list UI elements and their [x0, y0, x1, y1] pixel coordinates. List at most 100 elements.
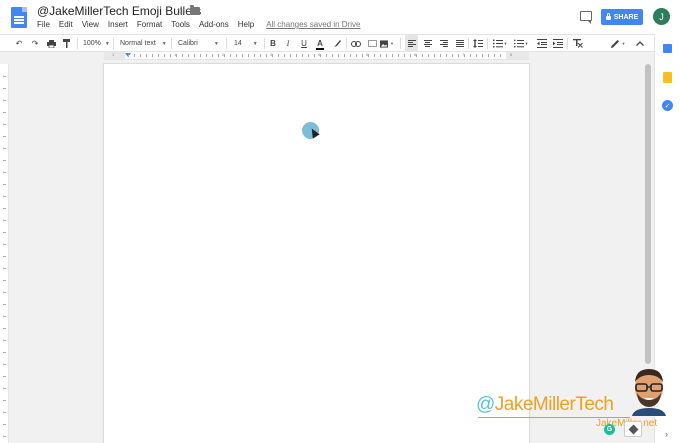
decrease-indent-icon[interactable]	[536, 35, 548, 52]
ruler-tick	[488, 54, 489, 57]
font-value: Calibri	[178, 40, 198, 47]
toolbar: ↶ ↷ 100% ▼ Normal text ▼ Calibri ▼ 14 ▼ B I …	[0, 34, 654, 52]
ruler-tick	[434, 54, 435, 57]
zoom-select[interactable]: 100% ▼	[83, 35, 110, 52]
explore-button[interactable]	[624, 421, 642, 437]
paint-format-icon[interactable]	[60, 35, 74, 52]
ruler-tick	[146, 54, 147, 57]
calendar-icon[interactable]	[663, 44, 672, 53]
document-canvas: 1 1 2 3 4 5 6 7 8	[0, 52, 654, 443]
ruler-tick	[362, 54, 363, 57]
ruler-tick	[284, 54, 285, 57]
ruler-tick	[458, 54, 459, 57]
ruler-tick	[3, 208, 6, 209]
font-size-select[interactable]: 14 ▼	[234, 35, 258, 52]
ruler-number: 1	[112, 52, 115, 57]
share-label: SHARE	[613, 13, 639, 21]
expand-panel-icon[interactable]: ›	[665, 429, 668, 439]
share-button[interactable]: SHARE	[601, 9, 643, 25]
align-right-button[interactable]	[437, 35, 450, 52]
menu-format[interactable]: Format	[137, 20, 162, 29]
zoom-value: 100%	[83, 40, 101, 47]
ruler-tick	[164, 54, 165, 57]
text-color-button[interactable]: A	[315, 35, 325, 52]
ruler-tick	[260, 54, 261, 57]
ruler-tick	[170, 54, 171, 57]
menu-insert[interactable]: Insert	[108, 20, 128, 29]
increase-indent-icon[interactable]	[552, 35, 564, 52]
explore-icon	[628, 424, 638, 434]
insert-comment-icon[interactable]	[366, 35, 378, 52]
numbered-list-icon[interactable]: ▼	[491, 35, 509, 52]
editing-mode-icon[interactable]: ▼	[608, 35, 628, 52]
ruler-tick	[3, 244, 6, 245]
ruler-number: 8	[510, 52, 513, 57]
menu-edit[interactable]: Edit	[59, 20, 73, 29]
bulleted-list-icon[interactable]: ▼	[512, 35, 530, 52]
menu-tools[interactable]: Tools	[171, 20, 190, 29]
print-icon[interactable]	[44, 35, 58, 52]
ruler-tick	[3, 412, 6, 413]
ruler-tick	[224, 54, 225, 57]
ruler-tick	[326, 54, 327, 57]
folder-icon[interactable]	[190, 5, 200, 15]
line-spacing-icon[interactable]	[472, 35, 484, 52]
toolbar-divider	[567, 38, 568, 49]
undo-icon[interactable]: ↶	[12, 35, 26, 52]
vertical-ruler[interactable]	[0, 64, 9, 443]
redo-icon[interactable]: ↷	[28, 35, 42, 52]
vertical-scrollbar[interactable]	[645, 64, 651, 364]
italic-button[interactable]: I	[283, 35, 293, 52]
keep-icon[interactable]	[663, 72, 672, 83]
account-avatar[interactable]: J	[653, 8, 670, 25]
clear-formatting-icon[interactable]	[572, 35, 584, 52]
star-icon[interactable]: ☆	[176, 4, 186, 17]
comments-icon[interactable]	[580, 11, 592, 24]
insert-image-icon[interactable]: ▼	[380, 35, 394, 52]
ruler-tick	[266, 54, 267, 57]
ruler-tick	[308, 54, 309, 57]
menu-help[interactable]: Help	[238, 20, 254, 29]
ruler-tick	[3, 400, 6, 401]
document-page[interactable]	[104, 64, 529, 443]
ruler-tick	[3, 340, 6, 341]
bitmoji-avatar	[632, 369, 666, 416]
tasks-icon[interactable]: ✓	[662, 100, 673, 111]
save-status-link[interactable]: All changes saved in Drive	[266, 20, 360, 29]
ruler-tick	[158, 54, 159, 57]
grammarly-icon[interactable]: G	[604, 424, 615, 435]
underline-button[interactable]: U	[299, 35, 309, 52]
align-justify-button[interactable]	[453, 35, 466, 52]
caret-down-icon: ▼	[161, 40, 167, 47]
ruler-tick	[296, 54, 297, 57]
highlight-icon[interactable]	[331, 35, 343, 52]
align-center-button[interactable]	[421, 35, 434, 52]
menu-addons[interactable]: Add-ons	[199, 20, 229, 29]
ruler-tick	[3, 112, 6, 113]
collapse-menu-icon[interactable]	[634, 35, 646, 52]
bold-button[interactable]: B	[268, 35, 278, 52]
ruler-tick	[206, 54, 207, 57]
text-color-icon: A	[316, 39, 324, 50]
menu-file[interactable]: File	[37, 20, 50, 29]
toolbar-divider	[77, 38, 78, 49]
ruler-tick	[272, 54, 273, 57]
ruler-tick	[3, 280, 6, 281]
ruler-tick	[3, 232, 6, 233]
docs-logo-icon[interactable]	[11, 7, 27, 28]
ruler-tick	[128, 54, 129, 57]
ruler-tick	[278, 54, 279, 57]
ruler-tick	[236, 54, 237, 57]
font-select[interactable]: Calibri ▼	[178, 35, 219, 52]
ruler-tick	[242, 54, 243, 57]
ruler-tick	[3, 352, 6, 353]
ruler-tick	[254, 54, 255, 57]
ruler-tick	[3, 172, 6, 173]
link-icon[interactable]	[350, 35, 362, 52]
ruler-tick	[440, 54, 441, 57]
menu-view[interactable]: View	[82, 20, 99, 29]
horizontal-ruler[interactable]: 1 1 2 3 4 5 6 7 8	[104, 52, 529, 60]
watermark-at: @	[476, 394, 495, 415]
align-left-button[interactable]	[405, 35, 418, 52]
style-select[interactable]: Normal text ▼	[120, 35, 167, 52]
